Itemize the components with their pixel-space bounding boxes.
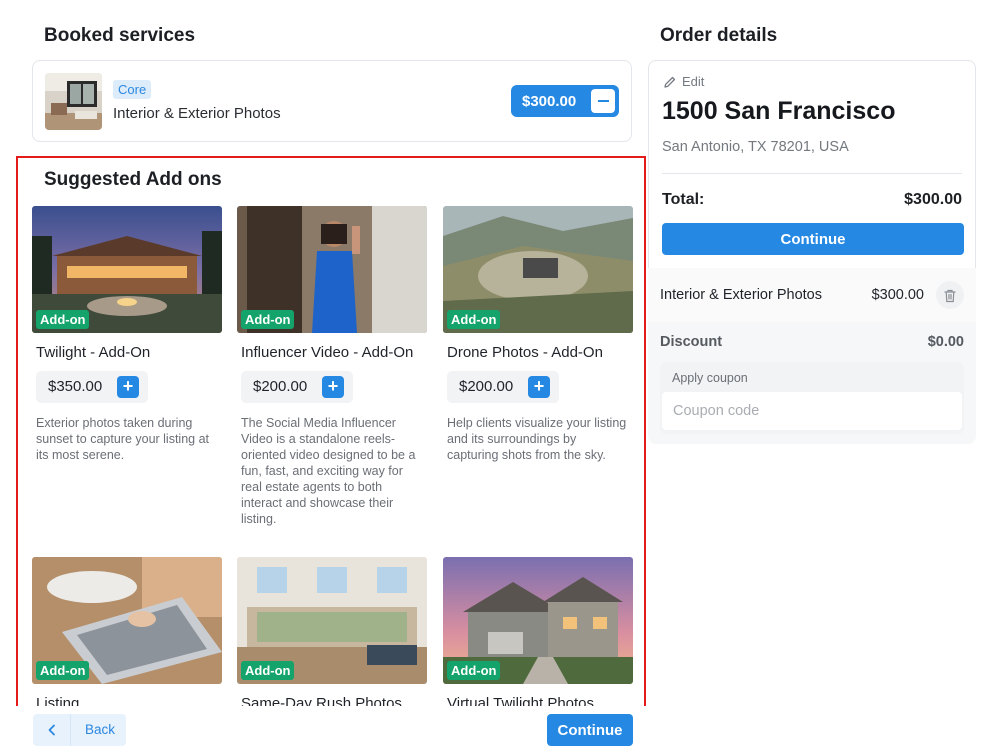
discount-label: Discount xyxy=(660,334,723,350)
booked-service-card: Core Interior & Exterior Photos $300.00 xyxy=(32,60,632,142)
addon-card[interactable]: Add-on Twilight - Add-On $350.00 + Exter… xyxy=(32,206,222,463)
order-details-heading: Order details xyxy=(660,25,778,46)
addon-badge: Add-on xyxy=(36,661,90,680)
addon-badge: Add-on xyxy=(447,310,501,329)
addon-badge: Add-on xyxy=(241,661,295,680)
addon-image: Add-on xyxy=(237,557,427,684)
service-thumbnail xyxy=(45,73,102,130)
booked-price-text: $300.00 xyxy=(522,92,577,110)
addon-title: Twilight - Add-On xyxy=(36,344,151,361)
suggested-addons-heading: Suggested Add ons xyxy=(44,169,222,190)
booked-service-name: Interior & Exterior Photos xyxy=(113,105,281,122)
addon-card[interactable]: Add-on Virtual Twilight Photos xyxy=(443,557,633,710)
addon-image: Add-on xyxy=(443,206,633,333)
addon-price: $200.00 + xyxy=(241,371,353,403)
core-badge: Core xyxy=(113,80,152,99)
addon-card[interactable]: Add-on Same-Day Rush Photos xyxy=(237,557,427,710)
addon-price: $200.00 + xyxy=(447,371,559,403)
addon-title: Drone Photos - Add-On xyxy=(447,344,603,361)
booked-service-price: $300.00 xyxy=(511,85,619,117)
addon-image: Add-on xyxy=(443,557,633,684)
add-addon-button[interactable]: + xyxy=(322,376,344,398)
addon-card[interactable]: Add-on Influencer Video - Add-On $200.00… xyxy=(237,206,427,527)
addon-card[interactable]: Add-on Drone Photos - Add-On $200.00 + H… xyxy=(443,206,633,463)
addon-title: Influencer Video - Add-On xyxy=(241,344,414,361)
addon-badge: Add-on xyxy=(241,310,295,329)
footer-continue-button[interactable]: Continue xyxy=(547,714,633,746)
addon-image: Add-on xyxy=(237,206,427,333)
addon-description: The Social Media Influencer Video is a s… xyxy=(241,416,416,526)
remove-service-button[interactable] xyxy=(591,89,615,113)
addon-price-text: $200.00 xyxy=(253,378,308,395)
minus-icon xyxy=(597,100,609,102)
back-button[interactable]: Back xyxy=(33,714,126,746)
order-continue-button[interactable]: Continue xyxy=(662,223,964,255)
add-addon-button[interactable]: + xyxy=(528,376,550,398)
address-subtitle: San Antonio, TX 78201, USA xyxy=(662,139,849,155)
total-label: Total: xyxy=(662,191,705,208)
addon-price-text: $200.00 xyxy=(459,378,514,395)
addon-price-text: $350.00 xyxy=(48,378,103,395)
addon-image: Add-on xyxy=(32,206,222,333)
addon-price: $350.00 + xyxy=(36,371,148,403)
coupon-box: Apply coupon xyxy=(660,362,964,434)
addon-badge: Add-on xyxy=(447,661,501,680)
addon-card[interactable]: Add-on Listing xyxy=(32,557,222,710)
order-summary-card: Edit 1500 San Francisco San Antonio, TX … xyxy=(648,60,976,268)
delete-item-button[interactable] xyxy=(936,281,964,309)
trash-icon xyxy=(944,289,956,302)
suggested-addons-section: Suggested Add ons Add-on Twilight - Add-… xyxy=(16,156,646,712)
address-title: 1500 San Francisco xyxy=(662,97,896,125)
divider xyxy=(662,173,962,174)
addon-badge: Add-on xyxy=(36,310,90,329)
add-addon-button[interactable]: + xyxy=(117,376,139,398)
coupon-input[interactable] xyxy=(662,392,962,430)
edit-address-link[interactable]: Edit xyxy=(663,74,704,89)
order-line-item: Interior & Exterior Photos $300.00 xyxy=(648,268,976,322)
discount-panel: Discount $0.00 Apply coupon xyxy=(648,322,976,444)
edit-label: Edit xyxy=(682,74,705,89)
coupon-label: Apply coupon xyxy=(672,371,748,385)
addon-description: Help clients visualize your listing and … xyxy=(447,416,627,462)
addon-description: Exterior photos taken during sunset to c… xyxy=(36,416,210,462)
total-value: $300.00 xyxy=(904,191,962,208)
addon-image: Add-on xyxy=(32,557,222,684)
booked-services-heading: Booked services xyxy=(44,25,196,46)
line-item-price: $300.00 xyxy=(871,287,924,303)
pencil-icon xyxy=(664,76,676,88)
chevron-left-icon xyxy=(33,714,71,746)
discount-value: $0.00 xyxy=(927,334,964,350)
back-label: Back xyxy=(85,722,116,737)
line-item-name: Interior & Exterior Photos xyxy=(660,287,822,303)
footer-bar: Back Continue xyxy=(0,706,996,749)
